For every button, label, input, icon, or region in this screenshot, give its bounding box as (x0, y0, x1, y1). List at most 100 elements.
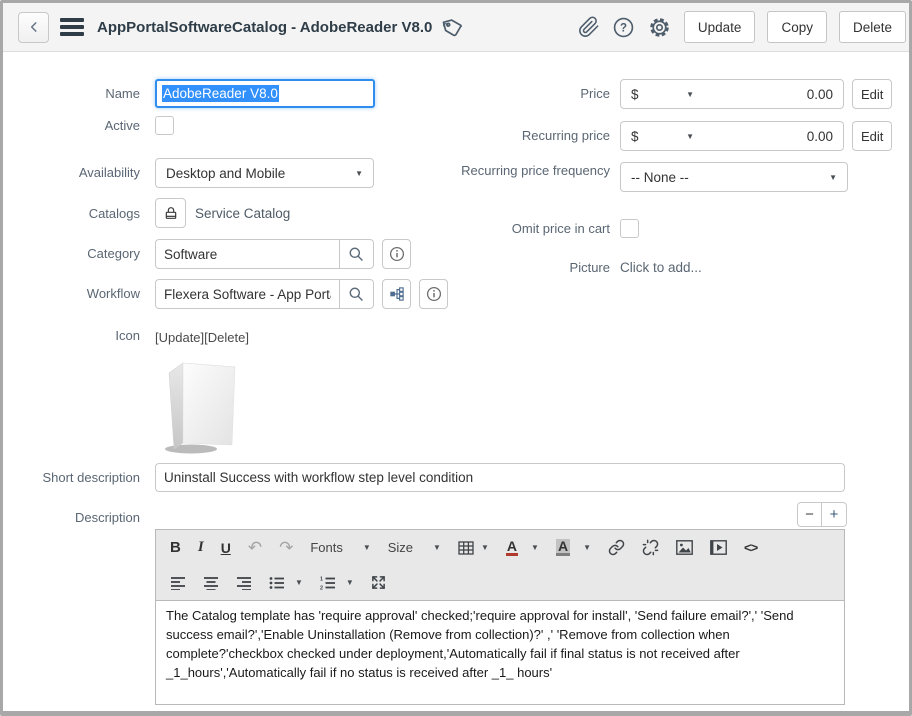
software-box-image (161, 353, 247, 455)
workflow-info-button[interactable] (419, 279, 448, 309)
fullscreen-button[interactable] (371, 575, 386, 590)
description-text[interactable]: The Catalog template has 'require approv… (155, 601, 845, 705)
availability-label: Availability (3, 165, 140, 181)
copy-button[interactable]: Copy (767, 11, 827, 43)
bullet-list-icon (269, 576, 285, 590)
price-amount-input[interactable] (704, 79, 844, 109)
short-description-label: Short description (3, 470, 140, 486)
attachment-button[interactable] (578, 16, 600, 38)
availability-value: Desktop and Mobile (166, 166, 285, 181)
chevron-down-icon: ▼ (355, 169, 363, 178)
picture-add-link[interactable]: Click to add... (620, 260, 702, 275)
workflow-input[interactable] (155, 279, 340, 309)
redo-button[interactable]: ↷ (279, 538, 293, 558)
table-icon (458, 541, 474, 555)
fonts-dropdown-label: Fonts (310, 540, 343, 555)
fullscreen-icon (371, 575, 386, 590)
icon-links: [Update][Delete] (155, 330, 249, 345)
omit-price-checkbox[interactable] (620, 219, 639, 238)
recurring-price-edit-button[interactable]: Edit (852, 121, 892, 151)
chevron-down-icon: ▼ (531, 543, 539, 552)
category-info-button[interactable] (382, 239, 411, 269)
numbered-list-dropdown[interactable]: 12 ▼ (320, 576, 354, 590)
search-icon (348, 246, 365, 263)
chevron-down-icon: ▼ (363, 543, 371, 552)
link-button[interactable] (608, 539, 625, 556)
icon-delete-link[interactable]: [Delete] (204, 330, 249, 345)
recurring-price-amount-input[interactable] (704, 121, 844, 151)
price-currency-value: $ (631, 87, 639, 102)
align-right-button[interactable] (236, 576, 252, 590)
recurring-price-currency-select[interactable]: $ ▼ (620, 121, 705, 151)
editor-toolbar-row-2: ▼ 12 ▼ (156, 565, 844, 600)
workflow-label: Workflow (3, 286, 140, 302)
undo-button[interactable]: ↶ (248, 538, 262, 558)
price-currency-select[interactable]: $ ▼ (620, 79, 705, 109)
app-window: AppPortalSoftwareCatalog - AdobeReader V… (0, 0, 912, 716)
delete-button[interactable]: Delete (839, 11, 906, 43)
availability-select[interactable]: Desktop and Mobile ▼ (155, 158, 374, 188)
size-dropdown-label: Size (388, 540, 413, 555)
chevron-down-icon: ▼ (686, 90, 694, 99)
info-icon (389, 246, 405, 262)
editor-grow-button[interactable]: + (822, 502, 847, 527)
workflow-hierarchy-icon (390, 287, 404, 301)
active-checkbox[interactable] (155, 116, 174, 135)
chevron-down-icon: ▼ (481, 543, 489, 552)
recurring-price-label: Recurring price (458, 128, 610, 144)
align-left-icon (170, 576, 186, 590)
header-actions: ? Update Copy Delete (578, 11, 906, 43)
menu-icon[interactable] (60, 15, 84, 39)
workflow-search-button[interactable] (339, 279, 374, 309)
editor-shrink-button[interactable]: − (797, 502, 822, 527)
name-input[interactable]: AdobeReader V8.0 (155, 79, 375, 108)
paperclip-icon (578, 16, 600, 38)
bullet-list-dropdown[interactable]: ▼ (269, 576, 303, 590)
workflow-preview-button[interactable] (382, 279, 411, 309)
size-dropdown[interactable]: Size ▼ (388, 540, 441, 555)
underline-button[interactable]: U (221, 540, 231, 556)
catalogs-value: Service Catalog (195, 206, 290, 221)
unlink-button[interactable] (642, 539, 659, 556)
svg-text:2: 2 (320, 585, 323, 589)
gear-icon (647, 15, 672, 40)
bold-button[interactable]: B (170, 539, 181, 556)
insert-image-button[interactable] (676, 540, 693, 555)
catalogs-label: Catalogs (3, 206, 140, 222)
chevron-down-icon: ▼ (583, 543, 591, 552)
category-input[interactable] (155, 239, 340, 269)
catalogs-lock-button[interactable] (155, 198, 186, 228)
active-label: Active (3, 118, 140, 134)
table-dropdown[interactable]: ▼ (458, 541, 489, 555)
icon-update-link[interactable]: [Update] (155, 330, 204, 345)
unlink-icon (642, 539, 659, 556)
category-label: Category (3, 246, 140, 262)
fonts-dropdown[interactable]: Fonts ▼ (310, 540, 370, 555)
picture-label: Picture (458, 260, 610, 276)
insert-media-button[interactable] (710, 540, 727, 555)
text-color-dropdown[interactable]: A ▼ (506, 539, 539, 556)
chevron-down-icon: ▼ (346, 578, 354, 587)
code-view-button[interactable]: <> (744, 540, 757, 555)
tags-icon[interactable] (441, 15, 465, 39)
image-icon (676, 540, 693, 555)
back-button[interactable] (18, 12, 49, 43)
recurring-price-frequency-select[interactable]: -- None -- ▼ (620, 162, 848, 192)
background-color-dropdown[interactable]: A ▼ (556, 539, 591, 556)
text-color-icon: A (506, 539, 518, 556)
align-center-button[interactable] (203, 576, 219, 590)
update-button[interactable]: Update (684, 11, 756, 43)
italic-button[interactable]: I (198, 539, 204, 556)
chevron-down-icon: ▼ (295, 578, 303, 587)
info-icon (426, 286, 442, 302)
price-edit-button[interactable]: Edit (852, 79, 892, 109)
page-title: AppPortalSoftwareCatalog - AdobeReader V… (97, 19, 432, 36)
settings-button[interactable] (647, 15, 672, 40)
omit-price-label: Omit price in cart (458, 221, 610, 237)
name-label: Name (3, 86, 140, 102)
category-search-button[interactable] (339, 239, 374, 269)
short-description-input[interactable] (155, 463, 845, 492)
help-button[interactable]: ? (612, 16, 635, 39)
align-left-button[interactable] (170, 576, 186, 590)
align-right-icon (236, 576, 252, 590)
